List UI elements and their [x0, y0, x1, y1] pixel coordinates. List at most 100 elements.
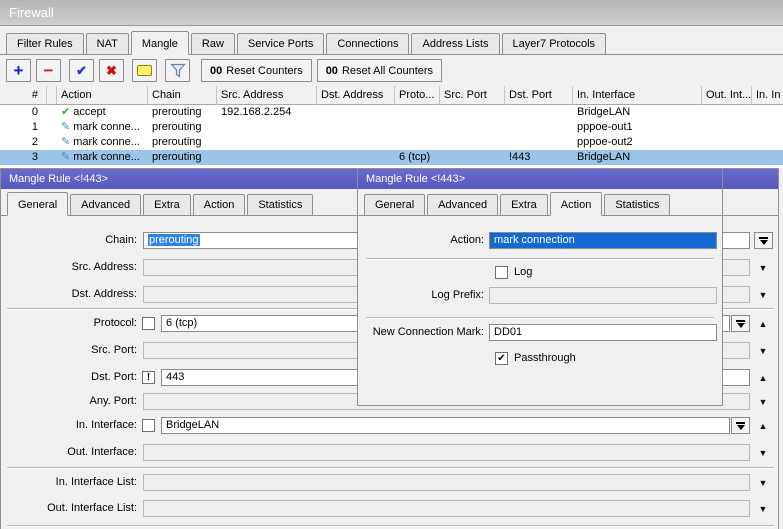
- cell-src-address: [217, 150, 317, 165]
- tab-extra[interactable]: Extra: [143, 194, 191, 215]
- tab-connections[interactable]: Connections: [326, 33, 409, 54]
- disable-rule-button[interactable]: ✖: [99, 59, 124, 82]
- cell-action: ✎mark conne...: [57, 150, 148, 165]
- col-header-dst-address[interactable]: Dst. Address: [317, 86, 395, 105]
- in-interface-expand-button[interactable]: ▲: [754, 417, 772, 434]
- cell-src-port: [440, 120, 505, 135]
- filter-button[interactable]: [165, 59, 190, 82]
- dst-port-not-toggle[interactable]: !: [142, 371, 155, 384]
- src-address-expand-button[interactable]: ▼: [754, 259, 772, 276]
- col-header-chain[interactable]: Chain: [148, 86, 217, 105]
- col-header-number[interactable]: #: [0, 86, 47, 105]
- dst-port-expand-button[interactable]: ▲: [754, 369, 772, 386]
- add-rule-button[interactable]: +: [6, 59, 31, 82]
- comment-button[interactable]: [132, 59, 157, 82]
- log-prefix-field[interactable]: [489, 287, 717, 304]
- triangle-down-icon: ▼: [759, 263, 768, 273]
- col-header-dst-port[interactable]: Dst. Port: [505, 86, 573, 105]
- protocol-not-checkbox[interactable]: [142, 317, 155, 330]
- funnel-icon: [170, 63, 186, 78]
- cell-protocol: 6 (tcp): [395, 150, 440, 165]
- table-row[interactable]: 0 ✔accept prerouting 192.168.2.254 Bridg…: [0, 105, 783, 120]
- reset-counters-label: Reset Counters: [226, 65, 302, 77]
- accept-icon: ✔: [61, 105, 70, 120]
- out-interface-list-expand-button[interactable]: ▼: [754, 500, 772, 517]
- cell-flags: [47, 135, 57, 150]
- tab-nat[interactable]: NAT: [86, 33, 129, 54]
- table-row[interactable]: 2 ✎mark conne... prerouting pppoe-out2: [0, 135, 783, 150]
- window-titlebar[interactable]: Firewall: [0, 0, 783, 26]
- cell-action: ✔accept: [57, 105, 148, 120]
- col-header-out-interface[interactable]: Out. Int...: [702, 86, 752, 105]
- tab-action[interactable]: Action: [550, 192, 603, 216]
- cell-in-interface-list: [752, 120, 783, 135]
- protocol-dropdown-button[interactable]: [731, 315, 750, 332]
- tab-advanced[interactable]: Advanced: [70, 194, 141, 215]
- table-row-selected[interactable]: 3 ✎mark conne... prerouting 6 (tcp) !443…: [0, 150, 783, 165]
- in-interface-dropdown-button[interactable]: [731, 417, 750, 434]
- tab-service-ports[interactable]: Service Ports: [237, 33, 324, 54]
- log-label: Log: [514, 265, 532, 280]
- out-interface-list-field[interactable]: [143, 500, 750, 517]
- action-combo[interactable]: mark connection: [489, 232, 717, 249]
- in-interface-list-field[interactable]: [143, 474, 750, 491]
- tab-general[interactable]: General: [364, 194, 425, 215]
- src-port-expand-button[interactable]: ▼: [754, 342, 772, 359]
- cross-icon: ✖: [106, 64, 117, 77]
- tab-extra[interactable]: Extra: [500, 194, 548, 215]
- tab-action[interactable]: Action: [193, 194, 246, 215]
- col-header-src-port[interactable]: Src. Port: [440, 86, 505, 105]
- triangle-down-icon: ▼: [759, 397, 768, 407]
- cell-dst-address: [317, 135, 395, 150]
- remove-rule-button[interactable]: −: [36, 59, 61, 82]
- triangle-down-icon: ▼: [759, 346, 768, 356]
- col-header-action[interactable]: Action: [57, 86, 148, 105]
- enable-rule-button[interactable]: ✔: [69, 59, 94, 82]
- in-interface-list-expand-button[interactable]: ▼: [754, 474, 772, 491]
- cell-dst-address: [317, 120, 395, 135]
- cell-protocol: [395, 135, 440, 150]
- cell-chain: prerouting: [148, 150, 217, 165]
- col-header-src-address[interactable]: Src. Address: [217, 86, 317, 105]
- mark-icon: ✎: [61, 150, 70, 165]
- tab-layer7-protocols[interactable]: Layer7 Protocols: [502, 33, 607, 54]
- col-header-in-interface-list[interactable]: In. In: [752, 86, 783, 105]
- tab-address-lists[interactable]: Address Lists: [411, 33, 499, 54]
- protocol-expand-button[interactable]: ▲: [754, 315, 772, 332]
- col-header-in-interface[interactable]: In. Interface: [573, 86, 702, 105]
- out-interface-field[interactable]: [143, 444, 750, 461]
- passthrough-checkbox[interactable]: ✔: [495, 352, 508, 365]
- in-interface-not-checkbox[interactable]: [142, 419, 155, 432]
- any-port-expand-button[interactable]: ▼: [754, 393, 772, 410]
- main-tabstrip: Filter Rules NAT Mangle Raw Service Port…: [0, 26, 783, 55]
- cell-dst-address: [317, 150, 395, 165]
- dst-address-expand-button[interactable]: ▼: [754, 286, 772, 303]
- tab-mangle[interactable]: Mangle: [131, 31, 189, 55]
- minus-icon: −: [44, 62, 54, 79]
- tab-filter-rules[interactable]: Filter Rules: [6, 33, 84, 54]
- cell-in-interface: BridgeLAN: [573, 105, 702, 120]
- cell-in-interface: BridgeLAN: [573, 150, 702, 165]
- log-checkbox[interactable]: [495, 266, 508, 279]
- col-header-flags[interactable]: [47, 86, 57, 105]
- reset-all-counters-button[interactable]: 00 Reset All Counters: [317, 59, 442, 82]
- col-header-protocol[interactable]: Proto...: [395, 86, 440, 105]
- tab-statistics[interactable]: Statistics: [247, 194, 313, 215]
- check-icon: ✔: [497, 353, 505, 364]
- chain-dropdown-button[interactable]: [754, 232, 773, 249]
- table-row[interactable]: 1 ✎mark conne... prerouting pppoe-out1: [0, 120, 783, 135]
- protocol-label: Protocol:: [3, 315, 137, 332]
- out-interface-expand-button[interactable]: ▼: [754, 444, 772, 461]
- chain-value: prerouting: [148, 234, 200, 246]
- tab-advanced[interactable]: Advanced: [427, 194, 498, 215]
- dialog-titlebar[interactable]: Mangle Rule <!443>: [358, 169, 722, 189]
- cell-out-interface: [702, 105, 752, 120]
- tab-raw[interactable]: Raw: [191, 33, 235, 54]
- in-interface-combo[interactable]: BridgeLAN: [161, 417, 730, 434]
- reset-counters-button[interactable]: 00 Reset Counters: [201, 59, 312, 82]
- tab-statistics[interactable]: Statistics: [604, 194, 670, 215]
- tab-general[interactable]: General: [7, 192, 68, 216]
- src-address-label: Src. Address:: [3, 259, 137, 276]
- new-connection-mark-combo[interactable]: DD01: [489, 324, 717, 341]
- cell-protocol: [395, 120, 440, 135]
